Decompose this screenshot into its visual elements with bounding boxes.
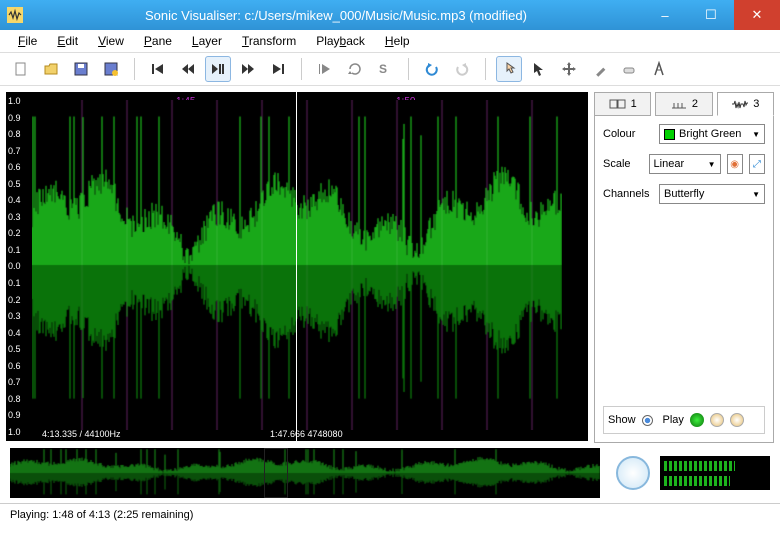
channels-select[interactable]: Butterfly ▼ xyxy=(659,184,765,204)
draw-tool[interactable] xyxy=(586,56,612,82)
play-label: Play xyxy=(663,414,684,426)
layer-properties-panel: Colour Bright Green ▼ Scale Linear ▼ ◉ ⤢… xyxy=(594,116,774,443)
maximize-button[interactable]: ☐ xyxy=(688,0,734,30)
overview-canvas xyxy=(10,448,600,498)
colour-label: Colour xyxy=(603,128,653,140)
tab-waveform-3[interactable]: 3 xyxy=(717,92,774,116)
toolbar: S xyxy=(0,52,780,86)
y-axis-labels: 1.00.90.80.70.60.50.40.30.20.10.00.10.20… xyxy=(8,92,21,441)
play-pause-button[interactable] xyxy=(205,56,231,82)
gain-dial[interactable]: ◉ xyxy=(727,154,743,174)
menu-file[interactable]: File xyxy=(10,32,45,50)
playback-cursor xyxy=(296,92,297,441)
new-session-button[interactable] xyxy=(8,56,34,82)
status-text: Playing: 1:48 of 4:13 (2:25 remaining) xyxy=(10,509,193,521)
svg-text:S: S xyxy=(379,62,387,76)
undo-button[interactable] xyxy=(419,56,445,82)
ffwd-end-button[interactable] xyxy=(265,56,291,82)
level-meter xyxy=(660,456,770,490)
select-tool[interactable] xyxy=(526,56,552,82)
cursor-readout: 1:47.666 4748080 xyxy=(270,429,343,439)
pane-icon xyxy=(609,99,627,109)
navigate-tool[interactable] xyxy=(496,56,522,82)
overview-window[interactable] xyxy=(264,448,288,498)
show-toggle[interactable] xyxy=(642,415,653,426)
menu-layer[interactable]: Layer xyxy=(184,32,230,50)
play-gain-dial[interactable] xyxy=(710,413,724,427)
waveform-icon xyxy=(731,99,749,109)
tab-ruler-2[interactable]: 2 xyxy=(655,92,712,116)
loop-button[interactable] xyxy=(342,56,368,82)
colour-swatch xyxy=(664,129,675,140)
waveform-pane[interactable]: 1.00.90.80.70.60.50.40.30.20.10.00.10.20… xyxy=(6,92,588,441)
move-tool[interactable] xyxy=(556,56,582,82)
save-button[interactable] xyxy=(68,56,94,82)
duration-readout: 4:13.335 / 44100Hz xyxy=(42,429,121,439)
menu-bar: File Edit View Pane Layer Transform Play… xyxy=(0,30,780,52)
menu-view[interactable]: View xyxy=(90,32,132,50)
menu-playback[interactable]: Playback xyxy=(308,32,373,50)
menu-edit[interactable]: Edit xyxy=(49,32,86,50)
menu-help[interactable]: Help xyxy=(377,32,418,50)
play-pan-dial[interactable] xyxy=(730,413,744,427)
ruler-icon xyxy=(670,99,688,109)
tab-pane-1[interactable]: 1 xyxy=(594,92,651,116)
colour-select[interactable]: Bright Green ▼ xyxy=(659,124,765,144)
waveform-canvas xyxy=(32,100,562,430)
app-icon xyxy=(0,7,30,23)
scale-label: Scale xyxy=(603,158,643,170)
play-selection-button[interactable] xyxy=(312,56,338,82)
ffwd-button[interactable] xyxy=(235,56,261,82)
scale-select[interactable]: Linear ▼ xyxy=(649,154,721,174)
overview-pane[interactable] xyxy=(10,448,606,498)
open-button[interactable] xyxy=(38,56,64,82)
menu-pane[interactable]: Pane xyxy=(136,32,180,50)
play-toggle[interactable] xyxy=(690,413,704,427)
rewind-start-button[interactable] xyxy=(145,56,171,82)
menu-transform[interactable]: Transform xyxy=(234,32,304,50)
status-bar: Playing: 1:48 of 4:13 (2:25 remaining) xyxy=(0,503,780,525)
erase-tool[interactable] xyxy=(616,56,642,82)
solo-button[interactable]: S xyxy=(372,56,398,82)
normalize-button[interactable]: ⤢ xyxy=(749,154,765,174)
window-title: Sonic Visualiser: c:/Users/mikew_000/Mus… xyxy=(30,8,642,23)
playback-speed-dial[interactable] xyxy=(616,456,650,490)
save-as-button[interactable] xyxy=(98,56,124,82)
close-button[interactable]: ✕ xyxy=(734,0,780,30)
measure-tool[interactable] xyxy=(646,56,672,82)
minimize-button[interactable]: – xyxy=(642,0,688,30)
redo-button[interactable] xyxy=(449,56,475,82)
channels-label: Channels xyxy=(603,188,653,200)
show-label: Show xyxy=(608,414,636,426)
rewind-button[interactable] xyxy=(175,56,201,82)
